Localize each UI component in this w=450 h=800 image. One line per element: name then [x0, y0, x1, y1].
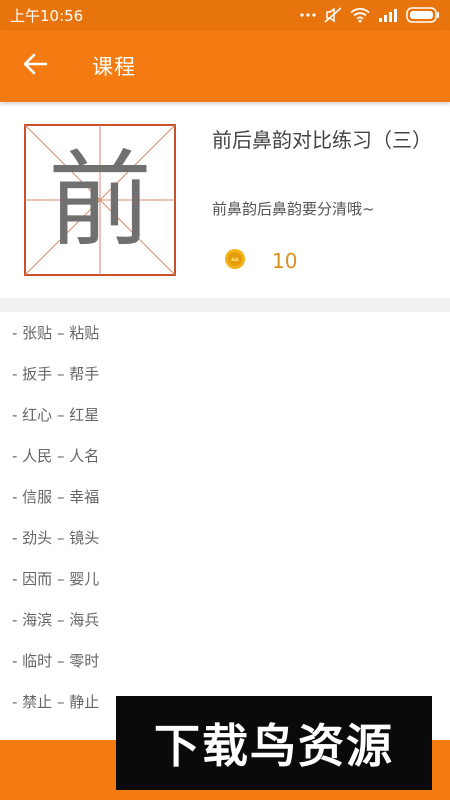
- course-subtitle: 前鼻韵后鼻韵要分清哦~: [212, 200, 375, 218]
- course-title: 前后鼻韵对比练习（三）: [212, 128, 432, 152]
- status-bar: 上午10:56: [0, 0, 450, 30]
- more-dots-icon: [300, 12, 316, 18]
- signal-icon: [378, 8, 398, 22]
- coin-count: 10: [272, 249, 298, 273]
- list-item[interactable]: - 海滨 – 海兵: [0, 599, 450, 640]
- word-pair-list: - 张贴 – 粘贴 - 扳手 – 帮手 - 红心 – 红星 - 人民 – 人名 …: [0, 312, 450, 722]
- section-divider: [0, 298, 450, 312]
- mute-icon: [324, 7, 342, 23]
- arrow-left-icon: [23, 53, 48, 79]
- battery-icon: [406, 7, 440, 23]
- list-item[interactable]: - 劲头 – 镜头: [0, 517, 450, 558]
- list-item[interactable]: - 扳手 – 帮手: [0, 353, 450, 394]
- course-character: 前: [47, 139, 152, 261]
- list-item[interactable]: - 红心 – 红星: [0, 394, 450, 435]
- page-title: 课程: [92, 55, 136, 79]
- list-item[interactable]: - 临时 – 零时: [0, 640, 450, 681]
- list-item[interactable]: - 张贴 – 粘贴: [0, 312, 450, 353]
- status-time: 上午10:56: [10, 6, 84, 25]
- wifi-icon: [350, 7, 370, 23]
- coin-icon: [224, 248, 246, 274]
- back-button[interactable]: [0, 30, 70, 102]
- app-bar: 课程: [0, 30, 450, 102]
- coin-row: 10: [224, 248, 297, 274]
- course-card: 前 前后鼻韵对比练习（三） 前鼻韵后鼻韵要分清哦~ 10: [0, 102, 450, 298]
- list-item[interactable]: - 因而 – 婴儿: [0, 558, 450, 599]
- list-item[interactable]: - 信服 – 幸福: [0, 476, 450, 517]
- status-icons: [300, 7, 440, 23]
- character-grid: 前: [24, 124, 176, 276]
- list-item[interactable]: - 人民 – 人名: [0, 435, 450, 476]
- watermark-logo: 下载鸟资源: [116, 696, 432, 790]
